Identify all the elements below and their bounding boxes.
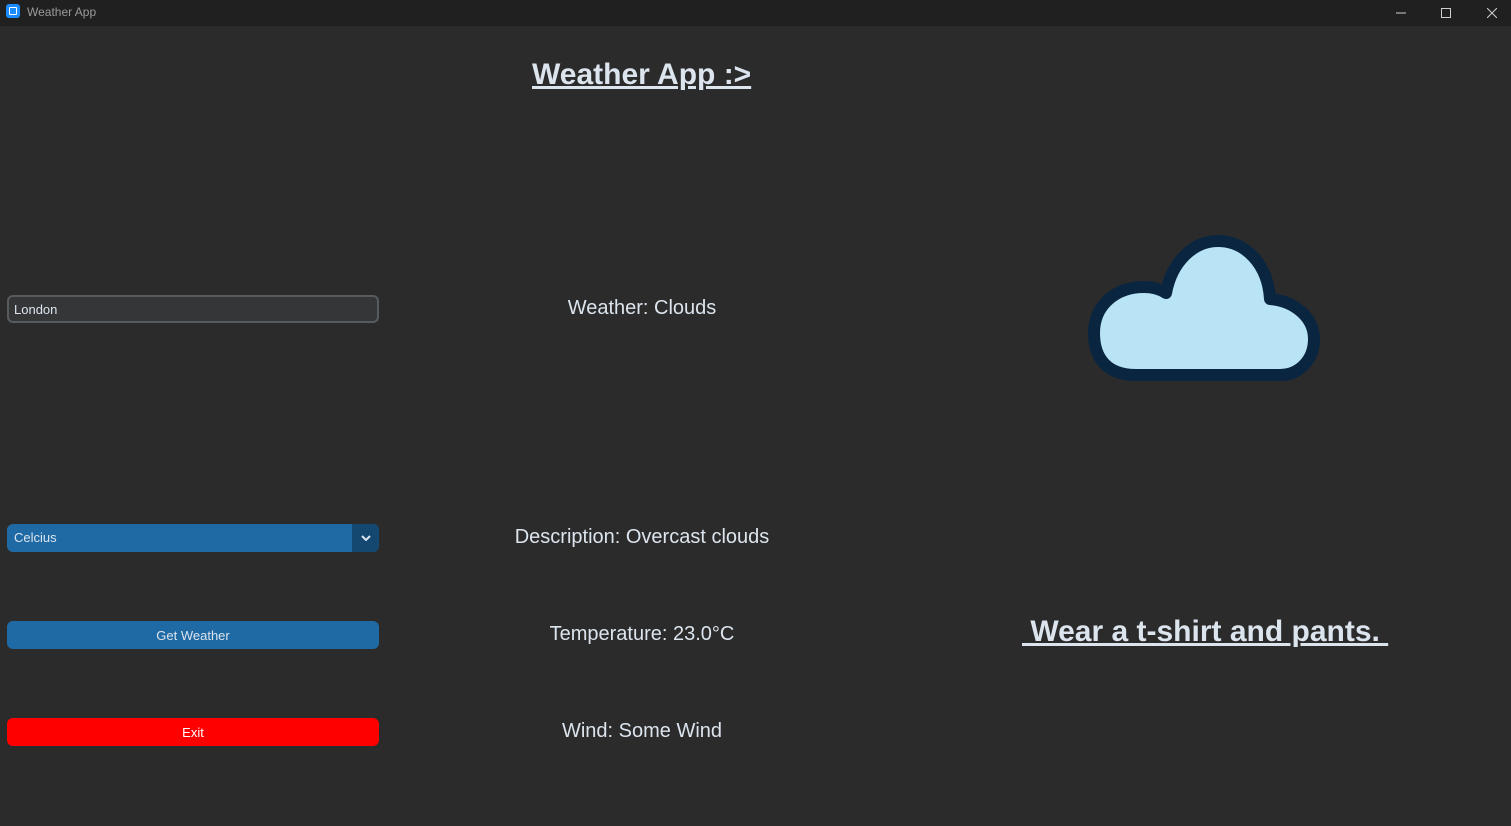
app-icon: [6, 4, 20, 18]
city-input[interactable]: [7, 295, 379, 323]
window-title: Weather App: [27, 5, 97, 19]
get-weather-button[interactable]: Get Weather: [7, 621, 379, 649]
close-button[interactable]: [1469, 0, 1511, 26]
maximize-button[interactable]: [1423, 0, 1469, 26]
dropdown-arrow-button[interactable]: [352, 524, 379, 552]
minimize-icon: [1396, 12, 1406, 14]
wind-label: Wind: Some Wind: [561, 720, 723, 742]
unit-dropdown-value: Celcius: [14, 530, 57, 545]
maximize-icon: [1441, 8, 1451, 18]
description-label: Description: Overcast clouds: [514, 526, 770, 548]
minimize-button[interactable]: [1378, 0, 1424, 26]
weather-label: Weather: Clouds: [567, 297, 717, 319]
unit-dropdown[interactable]: Celcius: [7, 524, 379, 552]
chevron-down-icon: [360, 535, 371, 541]
clothing-advice: Wear a t-shirt and pants.: [1022, 615, 1389, 648]
temperature-label: Temperature: 23.0°C: [549, 623, 735, 645]
page-title: Weather App :>: [532, 58, 752, 91]
cloud-icon: [1088, 235, 1320, 381]
exit-button[interactable]: Exit: [7, 718, 379, 746]
title-bar: Weather App: [0, 0, 1511, 26]
close-icon: [1487, 8, 1497, 18]
